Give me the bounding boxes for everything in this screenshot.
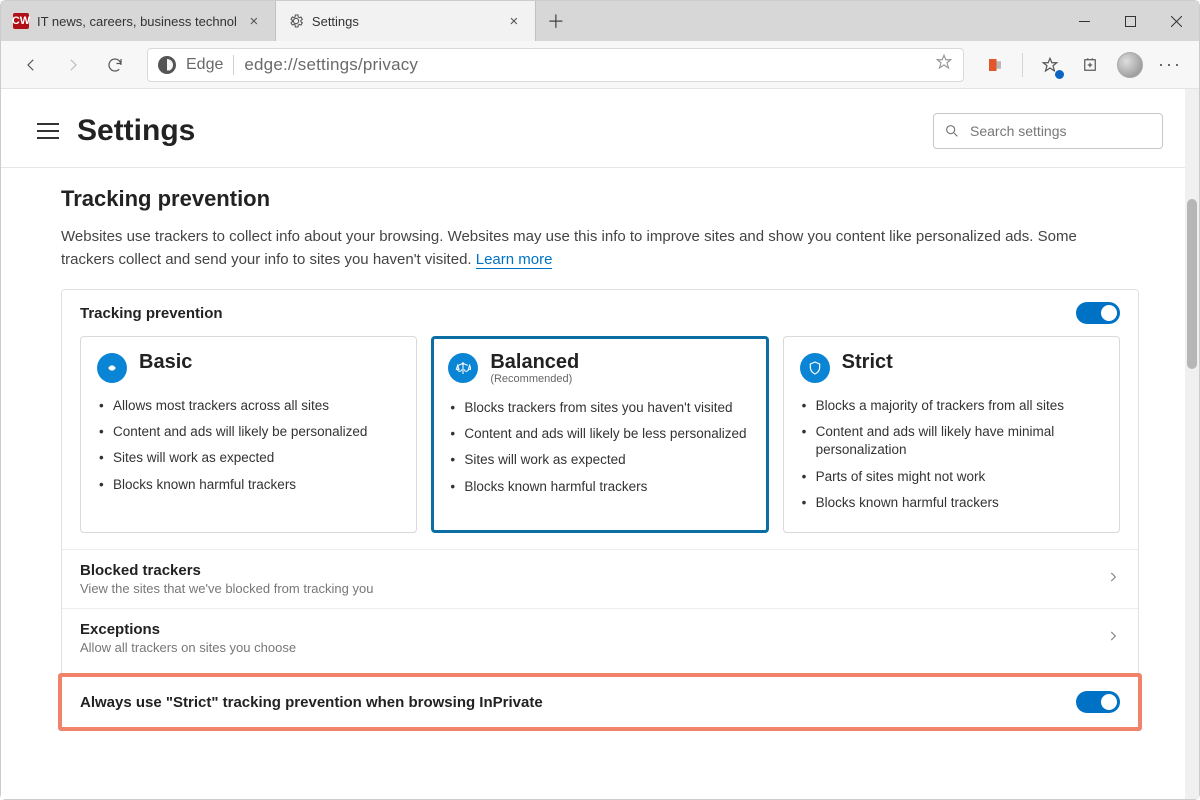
inprivate-strict-toggle[interactable] bbox=[1076, 691, 1120, 713]
tab-title: Settings bbox=[312, 14, 497, 29]
card-title: Strict bbox=[842, 351, 893, 373]
window-titlebar: CW IT news, careers, business technol × … bbox=[1, 1, 1199, 41]
favorite-star-icon[interactable] bbox=[935, 53, 953, 76]
card-basic[interactable]: Basic Allows most trackers across all si… bbox=[80, 336, 417, 533]
card-subtitle: (Recommended) bbox=[490, 373, 579, 385]
window-buttons bbox=[1061, 1, 1199, 41]
row-title: Always use "Strict" tracking prevention … bbox=[80, 694, 543, 711]
chevron-right-icon bbox=[1106, 629, 1120, 648]
card-strict[interactable]: Strict Blocks a majority of trackers fro… bbox=[783, 336, 1120, 533]
collections-button[interactable] bbox=[1073, 48, 1107, 82]
close-icon[interactable]: × bbox=[245, 13, 263, 30]
scrollbar-track[interactable] bbox=[1185, 89, 1199, 799]
tracking-level-cards: Basic Allows most trackers across all si… bbox=[62, 336, 1138, 549]
row-subtitle: Allow all trackers on sites you choose bbox=[80, 640, 296, 655]
search-placeholder: Search settings bbox=[970, 123, 1067, 139]
card-bullet: Content and ads will likely be less pers… bbox=[448, 421, 751, 447]
gear-icon bbox=[288, 13, 304, 29]
refresh-button[interactable] bbox=[97, 47, 133, 83]
tab-it-news[interactable]: CW IT news, careers, business technol × bbox=[1, 1, 276, 41]
page-title: Settings bbox=[77, 114, 195, 148]
url-text: edge://settings/privacy bbox=[244, 55, 925, 75]
card-bullet: Blocks known harmful trackers bbox=[800, 490, 1103, 516]
profile-avatar[interactable] bbox=[1113, 48, 1147, 82]
office-addin-icon[interactable] bbox=[978, 48, 1012, 82]
card-title: Balanced bbox=[490, 351, 579, 373]
basic-icon bbox=[97, 353, 127, 383]
edge-logo-icon bbox=[158, 56, 176, 74]
row-title: Exceptions bbox=[80, 621, 296, 638]
chevron-right-icon bbox=[1106, 570, 1120, 589]
card-title: Basic bbox=[139, 351, 192, 373]
card-bullet: Sites will work as expected bbox=[97, 445, 400, 471]
settings-page: Settings Search settings Tracking preven… bbox=[1, 89, 1199, 799]
card-balanced[interactable]: Balanced (Recommended) Blocks trackers f… bbox=[431, 336, 768, 533]
favicon-cw: CW bbox=[13, 13, 29, 29]
more-menu-button[interactable]: ··· bbox=[1153, 48, 1187, 82]
back-button[interactable] bbox=[13, 47, 49, 83]
card-bullet: Blocks known harmful trackers bbox=[97, 472, 400, 498]
maximize-button[interactable] bbox=[1107, 1, 1153, 41]
new-tab-button[interactable]: ＋ bbox=[536, 1, 576, 41]
close-icon[interactable]: × bbox=[505, 13, 523, 30]
browser-toolbar: Edge edge://settings/privacy ··· bbox=[1, 41, 1199, 89]
scrollbar-thumb[interactable] bbox=[1187, 199, 1197, 369]
card-bullet: Blocks a majority of trackers from all s… bbox=[800, 393, 1103, 419]
row-title: Blocked trackers bbox=[80, 562, 373, 579]
strict-icon bbox=[800, 353, 830, 383]
tracking-prevention-toggle[interactable] bbox=[1076, 302, 1120, 324]
panel-header: Tracking prevention bbox=[62, 290, 1138, 336]
row-inprivate-strict[interactable]: Always use "Strict" tracking prevention … bbox=[62, 677, 1138, 727]
inprivate-strict-highlight: Always use "Strict" tracking prevention … bbox=[58, 673, 1142, 731]
close-window-button[interactable] bbox=[1153, 1, 1199, 41]
card-bullet: Allows most trackers across all sites bbox=[97, 393, 400, 419]
row-blocked-trackers[interactable]: Blocked trackers View the sites that we'… bbox=[62, 549, 1138, 608]
row-exceptions[interactable]: Exceptions Allow all trackers on sites y… bbox=[62, 608, 1138, 667]
card-bullet: Content and ads will likely have minimal… bbox=[800, 419, 1103, 463]
tab-settings[interactable]: Settings × bbox=[276, 1, 536, 41]
section-description: Websites use trackers to collect info ab… bbox=[61, 226, 1121, 271]
card-bullet: Parts of sites might not work bbox=[800, 464, 1103, 490]
card-bullet: Sites will work as expected bbox=[448, 447, 751, 473]
site-identity-label: Edge bbox=[186, 56, 223, 74]
row-subtitle: View the sites that we've blocked from t… bbox=[80, 581, 373, 596]
address-bar[interactable]: Edge edge://settings/privacy bbox=[147, 48, 964, 82]
balanced-icon bbox=[448, 353, 478, 383]
panel-label: Tracking prevention bbox=[80, 305, 223, 322]
forward-button[interactable] bbox=[55, 47, 91, 83]
settings-header: Settings Search settings bbox=[1, 89, 1199, 168]
card-bullet: Blocks trackers from sites you haven't v… bbox=[448, 395, 751, 421]
divider bbox=[233, 55, 234, 75]
tracking-prevention-panel: Tracking prevention Basic Allows bbox=[61, 289, 1139, 730]
learn-more-link[interactable]: Learn more bbox=[476, 251, 553, 269]
minimize-button[interactable] bbox=[1061, 1, 1107, 41]
search-icon bbox=[944, 123, 960, 139]
divider bbox=[1022, 53, 1023, 77]
search-settings-input[interactable]: Search settings bbox=[933, 113, 1163, 149]
favorites-button[interactable] bbox=[1033, 48, 1067, 82]
menu-icon[interactable] bbox=[37, 123, 59, 139]
tab-title: IT news, careers, business technol bbox=[37, 14, 237, 29]
card-bullet: Content and ads will likely be personali… bbox=[97, 419, 400, 445]
browser-tabs: CW IT news, careers, business technol × … bbox=[1, 1, 1061, 41]
section-title: Tracking prevention bbox=[61, 186, 1139, 212]
card-bullet: Blocks known harmful trackers bbox=[448, 474, 751, 500]
